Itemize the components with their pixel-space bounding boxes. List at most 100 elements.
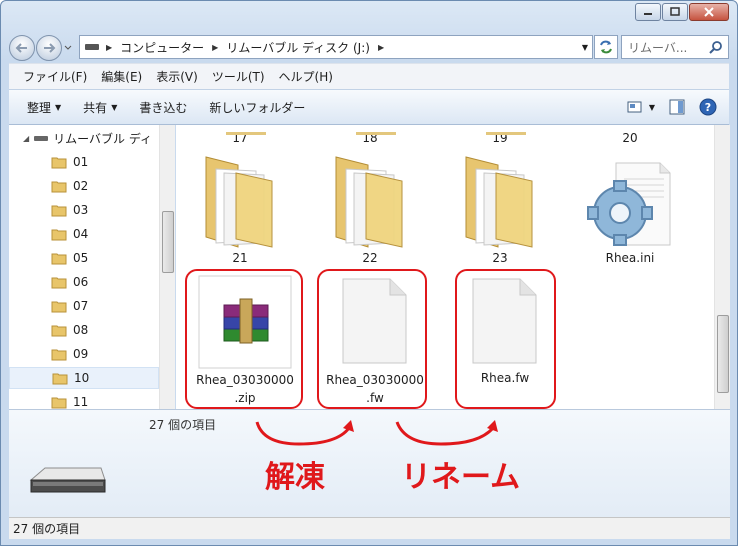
folder-icon-partial[interactable] <box>356 125 396 139</box>
nav-scrollbar-thumb[interactable] <box>162 211 174 273</box>
recent-pages-dropdown[interactable] <box>63 35 73 61</box>
highlight-box-zip <box>185 269 303 409</box>
annotation-extract: 解凍 <box>265 460 325 495</box>
organize-label: 整理 <box>27 100 52 115</box>
annotation-arrows <box>255 420 498 446</box>
tree-item-folder-05[interactable]: 05 <box>9 247 159 269</box>
tree-item-label: 10 <box>74 371 90 385</box>
tree-item-folder-04[interactable]: 04 <box>9 223 159 245</box>
content-scrollbar[interactable] <box>714 125 730 409</box>
content-scrollbar-thumb[interactable] <box>717 315 729 393</box>
refresh-button[interactable] <box>594 35 618 59</box>
folder-icon <box>51 349 67 360</box>
search-box[interactable]: リムーバ... <box>621 35 729 59</box>
organize-button[interactable]: 整理 ▼ <box>27 99 61 116</box>
highlight-box-fw <box>317 269 427 409</box>
explorer-window: ▶ コンピューター ▶ リムーバブル ディスク (J:) ▶ ▼ リムーバ...… <box>0 0 738 546</box>
tree-item-drive[interactable]: ◢ リムーバブル ディ <box>23 127 152 149</box>
back-arrow-icon <box>15 43 27 53</box>
maximize-button[interactable] <box>662 3 688 21</box>
folder-icon <box>51 301 67 312</box>
tree-item-label: 07 <box>73 299 89 313</box>
status-bar: 27 個の項目 <box>9 517 730 539</box>
tree-item-folder-08[interactable]: 08 <box>9 319 159 341</box>
caption-buttons <box>635 3 729 21</box>
view-controls: ▼ ? <box>627 98 717 116</box>
tree-item-folder-02[interactable]: 02 <box>9 175 159 197</box>
file-list-pane: 17 18 19 20 21 22 23 Rhea.ini Rhea_03030… <box>176 125 714 409</box>
tree-item-label: 09 <box>73 347 89 361</box>
burn-button[interactable]: 書き込む <box>139 99 187 116</box>
close-button[interactable] <box>689 3 729 21</box>
new-folder-button[interactable]: 新しいフォルダー <box>209 99 305 116</box>
address-dropdown-icon[interactable]: ▼ <box>582 43 588 52</box>
maximize-icon <box>670 7 680 16</box>
tree-item-label: 08 <box>73 323 89 337</box>
menu-edit[interactable]: 編集(E) <box>101 68 142 85</box>
folder-22[interactable] <box>332 153 408 252</box>
crumb-arrow-icon: ▶ <box>377 42 385 52</box>
drive-icon <box>85 44 99 50</box>
folder-icon <box>51 325 67 336</box>
tree-item-folder-09[interactable]: 09 <box>9 343 159 365</box>
burn-label: 書き込む <box>139 100 188 115</box>
tree-item-label: 02 <box>73 179 89 193</box>
folder-icon <box>335 156 403 248</box>
removable-drive-icon <box>29 467 106 493</box>
tree-expand-icon: ◢ <box>23 133 30 143</box>
folder-icon <box>205 156 273 248</box>
tree-item-folder-07[interactable]: 07 <box>9 295 159 317</box>
folder-label-20: 20 <box>622 131 638 145</box>
address-bar[interactable]: ▶ コンピューター ▶ リムーバブル ディスク (J:) ▶ ▼ <box>79 35 593 59</box>
folder-icon <box>51 397 67 408</box>
tree-item-label: 03 <box>73 203 89 217</box>
folder-21[interactable] <box>202 153 278 252</box>
folder-icon <box>51 205 67 216</box>
refresh-icon <box>600 40 612 54</box>
nav-scrollbar[interactable] <box>159 125 175 409</box>
folder-icon <box>51 277 67 288</box>
folder-label-22: 22 <box>362 251 378 265</box>
menu-help[interactable]: ヘルプ(H) <box>279 68 333 85</box>
tree-item-folder-03[interactable]: 03 <box>9 199 159 221</box>
folder-icon <box>51 157 67 168</box>
tree-item-label: 06 <box>73 275 89 289</box>
back-button[interactable] <box>9 35 35 61</box>
crumb-removable-disk[interactable]: リムーバブル ディスク (J:) <box>226 39 370 56</box>
menu-file[interactable]: ファイル(F) <box>23 68 87 85</box>
svg-text:?: ? <box>705 101 711 114</box>
file-label-rhea-ini: Rhea.ini <box>605 251 655 265</box>
preview-pane-button[interactable] <box>669 99 685 115</box>
minimize-button[interactable] <box>635 3 661 21</box>
forward-button[interactable] <box>36 35 62 61</box>
folder-icon-partial[interactable] <box>226 125 266 139</box>
folder-icon-partial[interactable] <box>486 125 526 139</box>
command-bar: 整理 ▼ 共有 ▼ 書き込む 新しいフォルダー ▼ ? <box>9 89 729 125</box>
folder-label-21: 21 <box>232 251 248 265</box>
share-label: 共有 <box>83 100 108 115</box>
tree-item-folder-11[interactable]: 11 <box>9 391 159 409</box>
crumb-computer[interactable]: コンピューター <box>120 39 204 56</box>
tree-item-folder-01[interactable]: 01 <box>9 151 159 173</box>
tree-item-label: 05 <box>73 251 89 265</box>
folder-icon <box>51 181 67 192</box>
details-pane: 27 個の項目 解凍 リネーム <box>9 409 730 517</box>
tree-item-folder-10[interactable]: 10 <box>9 367 159 389</box>
search-icon <box>709 41 722 54</box>
tree-item-folder-06[interactable]: 06 <box>9 271 159 293</box>
folder-icon <box>52 373 68 384</box>
help-icon[interactable]: ? <box>699 98 717 116</box>
tree-item-label: 11 <box>73 395 89 409</box>
change-view-button[interactable]: ▼ <box>627 100 655 114</box>
forward-arrow-icon <box>44 43 56 53</box>
share-button[interactable]: 共有 ▼ <box>83 99 117 116</box>
folder-23[interactable] <box>462 153 538 252</box>
status-text: 27 個の項目 <box>13 522 81 536</box>
settings-file-icon <box>587 162 671 246</box>
menu-view[interactable]: 表示(V) <box>156 68 198 85</box>
file-rhea-ini[interactable] <box>586 161 674 252</box>
annotation-rename: リネーム <box>401 460 521 495</box>
search-placeholder: リムーバ... <box>628 40 688 55</box>
drive-icon <box>34 136 49 141</box>
menu-tools[interactable]: ツール(T) <box>212 68 265 85</box>
